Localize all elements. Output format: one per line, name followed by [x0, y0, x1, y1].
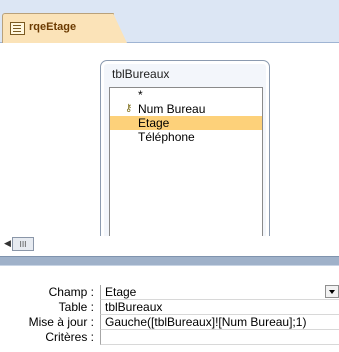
champ-cell[interactable]: Etage	[100, 285, 339, 300]
cell-value: Etage	[105, 285, 137, 299]
field-label: Téléphone	[138, 130, 195, 144]
cell-value: Gauche([tblBureaux]![Num Bureau];1)	[105, 315, 307, 329]
primary-key-icon: ⚷	[125, 103, 133, 114]
row-label: Table :	[58, 300, 94, 314]
criteres-cell[interactable]	[100, 330, 339, 345]
grid-row-champ: Champ : Etage	[0, 285, 339, 300]
field-label: Etage	[138, 116, 170, 130]
field-item-telephone[interactable]: Téléphone	[110, 130, 262, 144]
scroll-left-arrow-icon[interactable]: ◀	[4, 237, 12, 251]
table-field-list-window[interactable]: tblBureaux * ⚷ Num Bureau Etage Téléphon…	[100, 60, 270, 246]
field-label: *	[138, 88, 143, 102]
grid-row-table: Table : tblBureaux	[0, 300, 339, 315]
scroll-thumb[interactable]: III	[12, 237, 34, 251]
query-tab[interactable]: rqeEtage	[2, 13, 127, 43]
mise-a-jour-cell[interactable]: Gauche([tblBureaux]![Num Bureau];1)	[100, 315, 339, 330]
row-label: Mise à jour :	[28, 315, 94, 329]
field-item-etage[interactable]: Etage	[110, 116, 262, 130]
field-item-num-bureau[interactable]: ⚷ Num Bureau	[110, 102, 262, 116]
cell-value: tblBureaux	[105, 300, 163, 314]
row-label: Champ :	[48, 285, 94, 299]
grid-row-criteres: Critères :	[0, 330, 339, 345]
chevron-down-icon[interactable]	[325, 285, 339, 298]
document-tab-strip: rqeEtage	[0, 0, 339, 43]
field-item-all[interactable]: *	[110, 88, 262, 102]
grid-row-mise-a-jour: Mise à jour : Gauche([tblBureaux]![Num B…	[0, 315, 339, 330]
query-design-pane[interactable]: tblBureaux * ⚷ Num Bureau Etage Téléphon…	[0, 43, 339, 246]
horizontal-scrollbar[interactable]: ◀ III	[0, 236, 339, 256]
query-icon	[10, 22, 25, 35]
field-list[interactable]: * ⚷ Num Bureau Etage Téléphone	[109, 87, 263, 239]
field-label: Num Bureau	[138, 102, 206, 116]
row-label: Critères :	[45, 330, 94, 344]
query-tab-label: rqeEtage	[29, 21, 77, 33]
pane-splitter[interactable]	[0, 256, 339, 266]
table-cell[interactable]: tblBureaux	[100, 300, 339, 315]
table-title[interactable]: tblBureaux	[112, 67, 169, 81]
query-design-grid: Champ : Etage Table : tblBureaux Mise à …	[0, 266, 339, 352]
